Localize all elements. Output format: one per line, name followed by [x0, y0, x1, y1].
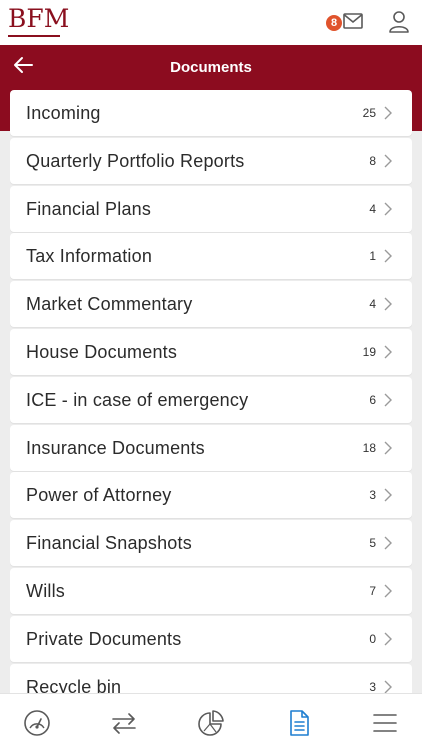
folder-label: House Documents	[26, 342, 178, 362]
folder-label: Tax Information	[26, 246, 153, 266]
folder-count: 4	[369, 202, 376, 216]
folder-label: Financial Snapshots	[26, 533, 192, 553]
folder-label: Wills	[26, 581, 65, 601]
folder-count: 4	[369, 297, 376, 311]
folder-count: 1	[369, 249, 376, 263]
document-folder-row[interactable]: Incoming 25	[10, 90, 412, 136]
chevron-right-icon	[384, 154, 392, 168]
folder-label: Power of Attorney	[26, 485, 172, 505]
messages-button[interactable]: 8	[324, 10, 368, 36]
document-folder-row[interactable]: Recycle bin 3	[10, 664, 412, 693]
folder-label: Incoming	[26, 103, 101, 123]
bfm-logo[interactable]: BFM	[8, 4, 70, 40]
folder-label: Recycle bin	[26, 677, 122, 693]
folder-label: ICE - in case of emergency	[26, 390, 249, 410]
folder-label: Financial Plans	[26, 199, 152, 219]
chevron-right-icon	[384, 297, 392, 311]
pie-chart-icon	[198, 710, 224, 736]
chevron-right-icon	[384, 393, 392, 407]
document-folder-row[interactable]: ICE - in case of emergency 6	[10, 377, 412, 423]
notification-badge: 8	[326, 15, 342, 31]
document-folder-row[interactable]: Market Commentary 4	[10, 281, 412, 327]
document-folder-row[interactable]: Tax Information 1	[10, 233, 412, 279]
logo-underline	[8, 35, 60, 37]
nav-transfers[interactable]	[109, 708, 139, 738]
folder-count: 3	[369, 680, 376, 693]
chevron-right-icon	[384, 202, 392, 216]
nav-documents[interactable]	[284, 708, 314, 738]
chevron-right-icon	[384, 249, 392, 263]
menu-icon	[373, 714, 397, 732]
document-folder-row[interactable]: Insurance Documents 18	[10, 425, 412, 471]
document-folder-row[interactable]: Wills 7	[10, 568, 412, 614]
documents-list: Incoming 25 Quarterly Portfolio Reports 8 Fi…	[10, 90, 412, 693]
nav-portfolio[interactable]	[196, 708, 226, 738]
folder-count: 18	[362, 441, 376, 455]
folder-label: Private Documents	[26, 629, 182, 649]
document-folder-row[interactable]: Financial Plans 4	[10, 186, 412, 232]
folder-label: Market Commentary	[26, 294, 193, 314]
folder-count: 6	[369, 393, 376, 407]
folder-count: 0	[369, 632, 376, 646]
chevron-right-icon	[384, 441, 392, 455]
document-folder-row[interactable]: Private Documents 0	[10, 616, 412, 662]
document-folder-row[interactable]: House Documents 19	[10, 329, 412, 375]
chevron-right-icon	[384, 584, 392, 598]
folder-label: Insurance Documents	[26, 438, 205, 458]
top-bar: BFM 8	[0, 0, 422, 45]
bottom-navigation	[0, 693, 422, 750]
user-icon	[389, 11, 409, 33]
chevron-right-icon	[384, 680, 392, 693]
folder-count: 3	[369, 488, 376, 502]
folder-count: 7	[369, 584, 376, 598]
chevron-right-icon	[384, 106, 392, 120]
page-title: Documents	[170, 59, 252, 76]
document-folder-row[interactable]: Quarterly Portfolio Reports 8	[10, 138, 412, 184]
chevron-right-icon	[384, 536, 392, 550]
chevron-right-icon	[384, 632, 392, 646]
document-folder-row[interactable]: Financial Snapshots 5	[10, 520, 412, 566]
dashboard-gauge-icon	[24, 710, 50, 736]
chevron-right-icon	[384, 488, 392, 502]
folder-count: 5	[369, 536, 376, 550]
document-folder-row[interactable]: Power of Attorney 3	[10, 472, 412, 518]
document-icon	[290, 710, 309, 736]
nav-dashboard[interactable]	[22, 708, 52, 738]
mail-icon	[343, 13, 363, 29]
folder-count: 8	[369, 154, 376, 168]
chevron-right-icon	[384, 345, 392, 359]
nav-menu[interactable]	[370, 708, 400, 738]
logo-text: BFM	[8, 4, 70, 33]
profile-button[interactable]	[388, 10, 410, 34]
transfer-arrows-icon	[112, 713, 136, 734]
folder-label: Quarterly Portfolio Reports	[26, 151, 245, 171]
folder-count: 25	[362, 106, 376, 120]
folder-count: 19	[362, 345, 376, 359]
